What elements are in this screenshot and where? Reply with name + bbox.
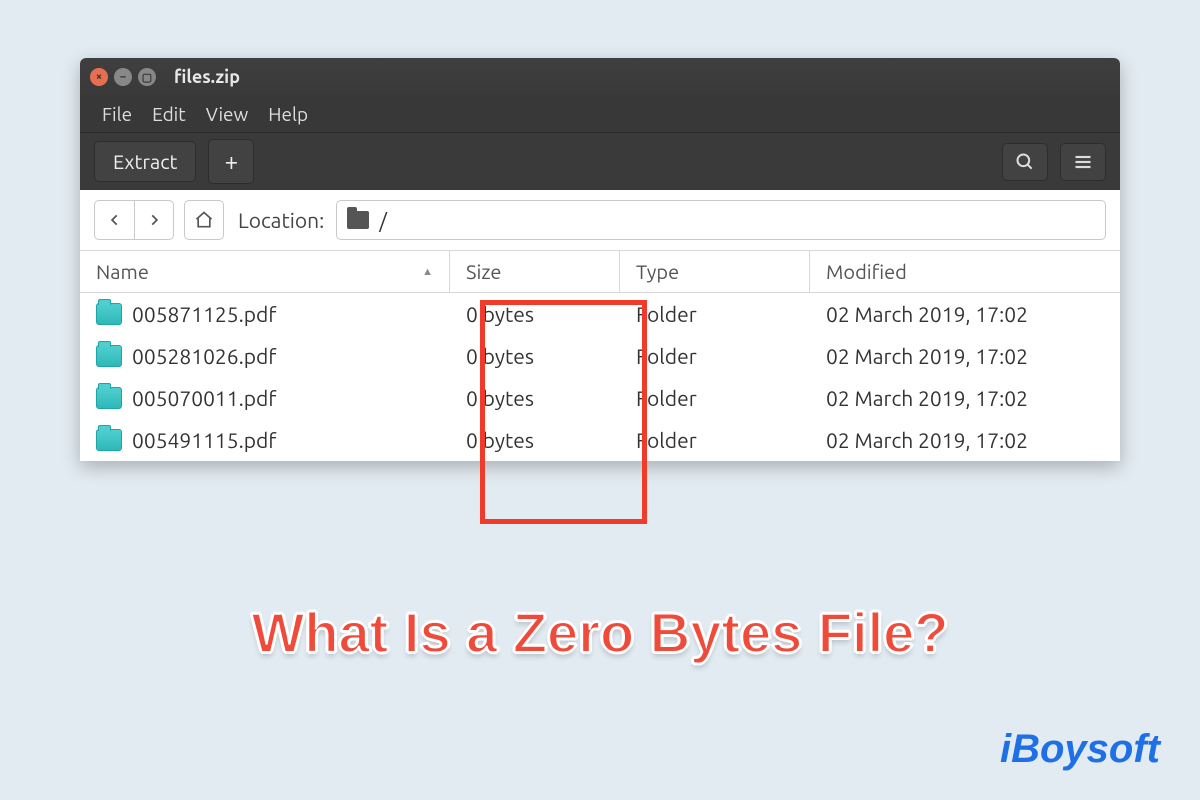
- folder-icon: [347, 211, 369, 229]
- location-bar: Location: /: [80, 190, 1120, 250]
- file-type: Folder: [636, 344, 697, 368]
- menu-help[interactable]: Help: [260, 99, 316, 129]
- table-row[interactable]: 005281026.pdf 0 bytes Folder 02 March 20…: [80, 335, 1120, 377]
- folder-icon: [96, 429, 122, 451]
- file-name: 005070011.pdf: [132, 386, 276, 410]
- column-headers: Name ▲ Size Type Modified: [80, 251, 1120, 293]
- menu-edit[interactable]: Edit: [144, 99, 194, 129]
- toolbar: Extract +: [80, 132, 1120, 190]
- nav-buttons: [94, 200, 174, 240]
- file-name: 005281026.pdf: [132, 344, 276, 368]
- file-size: 0 bytes: [466, 428, 534, 452]
- menu-view[interactable]: View: [198, 99, 257, 129]
- maximize-icon[interactable]: ▢: [138, 68, 156, 86]
- table-row[interactable]: 005871125.pdf 0 bytes Folder 02 March 20…: [80, 293, 1120, 335]
- file-list: Name ▲ Size Type Modified 005871125.pdf …: [80, 250, 1120, 461]
- header-modified[interactable]: Modified: [810, 251, 1120, 292]
- folder-icon: [96, 387, 122, 409]
- chevron-right-icon: [147, 213, 161, 227]
- sort-indicator-icon: ▲: [422, 266, 433, 278]
- search-icon: [1015, 152, 1035, 172]
- add-button[interactable]: +: [208, 139, 254, 184]
- location-path: /: [379, 208, 387, 232]
- file-type: Folder: [636, 386, 697, 410]
- window-controls: × – ▢: [90, 68, 156, 86]
- header-size[interactable]: Size: [450, 251, 620, 292]
- file-size: 0 bytes: [466, 386, 534, 410]
- archive-manager-window: × – ▢ files.zip File Edit View Help Extr…: [80, 58, 1120, 461]
- titlebar[interactable]: × – ▢ files.zip: [80, 58, 1120, 96]
- file-size: 0 bytes: [466, 344, 534, 368]
- file-type: Folder: [636, 428, 697, 452]
- file-name: 005491115.pdf: [132, 428, 276, 452]
- brand-logo: iBoysoft: [1000, 727, 1160, 772]
- menubar: File Edit View Help: [80, 96, 1120, 132]
- file-modified: 02 March 2019, 17:02: [826, 428, 1028, 452]
- file-modified: 02 March 2019, 17:02: [826, 344, 1028, 368]
- minimize-icon[interactable]: –: [114, 68, 132, 86]
- extract-button[interactable]: Extract: [94, 141, 196, 182]
- folder-icon: [96, 303, 122, 325]
- header-type[interactable]: Type: [620, 251, 810, 292]
- window-title: files.zip: [174, 67, 240, 87]
- chevron-left-icon: [108, 213, 122, 227]
- file-modified: 02 March 2019, 17:02: [826, 386, 1028, 410]
- back-button[interactable]: [94, 200, 134, 240]
- header-name[interactable]: Name ▲: [80, 251, 450, 292]
- table-row[interactable]: 005070011.pdf 0 bytes Folder 02 March 20…: [80, 377, 1120, 419]
- search-button[interactable]: [1002, 143, 1048, 181]
- menu-file[interactable]: File: [94, 99, 140, 129]
- home-icon: [194, 210, 214, 230]
- forward-button[interactable]: [134, 200, 174, 240]
- location-label: Location:: [238, 208, 324, 232]
- file-size: 0 bytes: [466, 302, 534, 326]
- file-type: Folder: [636, 302, 697, 326]
- location-input[interactable]: /: [336, 200, 1106, 240]
- folder-icon: [96, 345, 122, 367]
- caption-text: What Is a Zero Bytes File?: [0, 600, 1200, 665]
- home-button[interactable]: [184, 200, 224, 240]
- file-name: 005871125.pdf: [132, 302, 276, 326]
- hamburger-icon: [1073, 152, 1093, 172]
- close-icon[interactable]: ×: [90, 68, 108, 86]
- table-row[interactable]: 005491115.pdf 0 bytes Folder 02 March 20…: [80, 419, 1120, 461]
- file-modified: 02 March 2019, 17:02: [826, 302, 1028, 326]
- menu-button[interactable]: [1060, 143, 1106, 181]
